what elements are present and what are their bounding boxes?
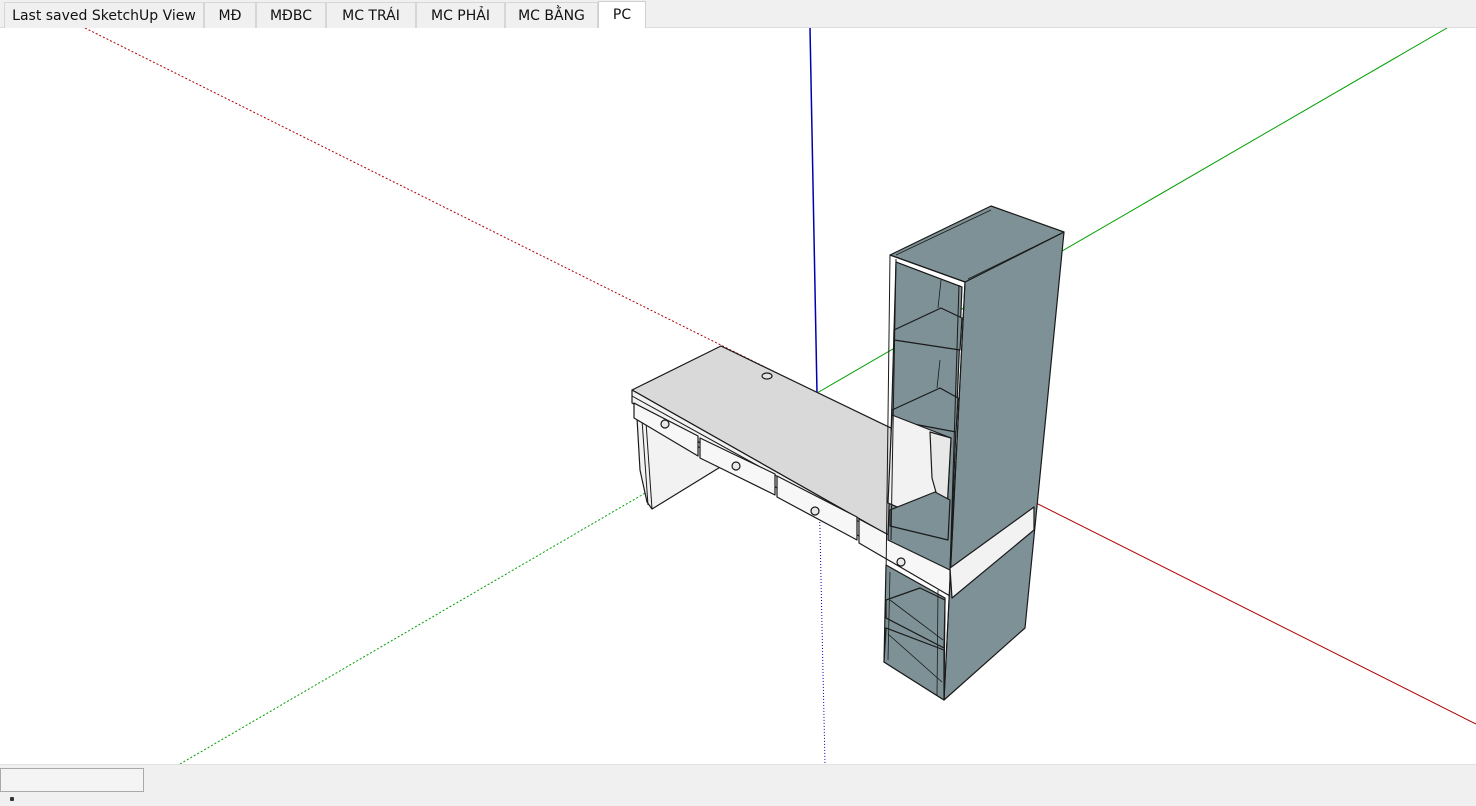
tab-pc[interactable]: PC (598, 1, 646, 29)
drawer-knob (660, 419, 670, 429)
cabinet-side (943, 231, 1065, 701)
tab-mc-trai[interactable]: MC TRÁI (326, 2, 416, 28)
status-bar (0, 764, 1476, 806)
tab-mc-phai[interactable]: MC PHẢI (416, 2, 505, 28)
tab-mdbc[interactable]: MĐBC (256, 2, 326, 28)
red-axis-negative (84, 28, 818, 394)
scene-tab-bar: Last saved SketchUp View MĐ MĐBC MC TRÁI… (0, 0, 1476, 29)
blue-axis-positive (809, 28, 818, 394)
model-canvas[interactable] (0, 28, 1476, 764)
cable-grommet (761, 372, 773, 380)
drawer-knob (896, 557, 906, 567)
drawer-knob (810, 506, 820, 516)
tab-mc-bang[interactable]: MC BẰNG (505, 2, 598, 28)
tall-cabinet (883, 205, 1065, 701)
drawer-knob (731, 461, 741, 471)
tab-last-saved-view[interactable]: Last saved SketchUp View (4, 2, 204, 28)
status-indicator-icon (10, 797, 14, 801)
model-viewport[interactable] (0, 28, 1476, 764)
measurements-input[interactable] (0, 768, 144, 792)
sketchup-window: Last saved SketchUp View MĐ MĐBC MC TRÁI… (0, 0, 1476, 806)
tab-md[interactable]: MĐ (204, 2, 256, 28)
